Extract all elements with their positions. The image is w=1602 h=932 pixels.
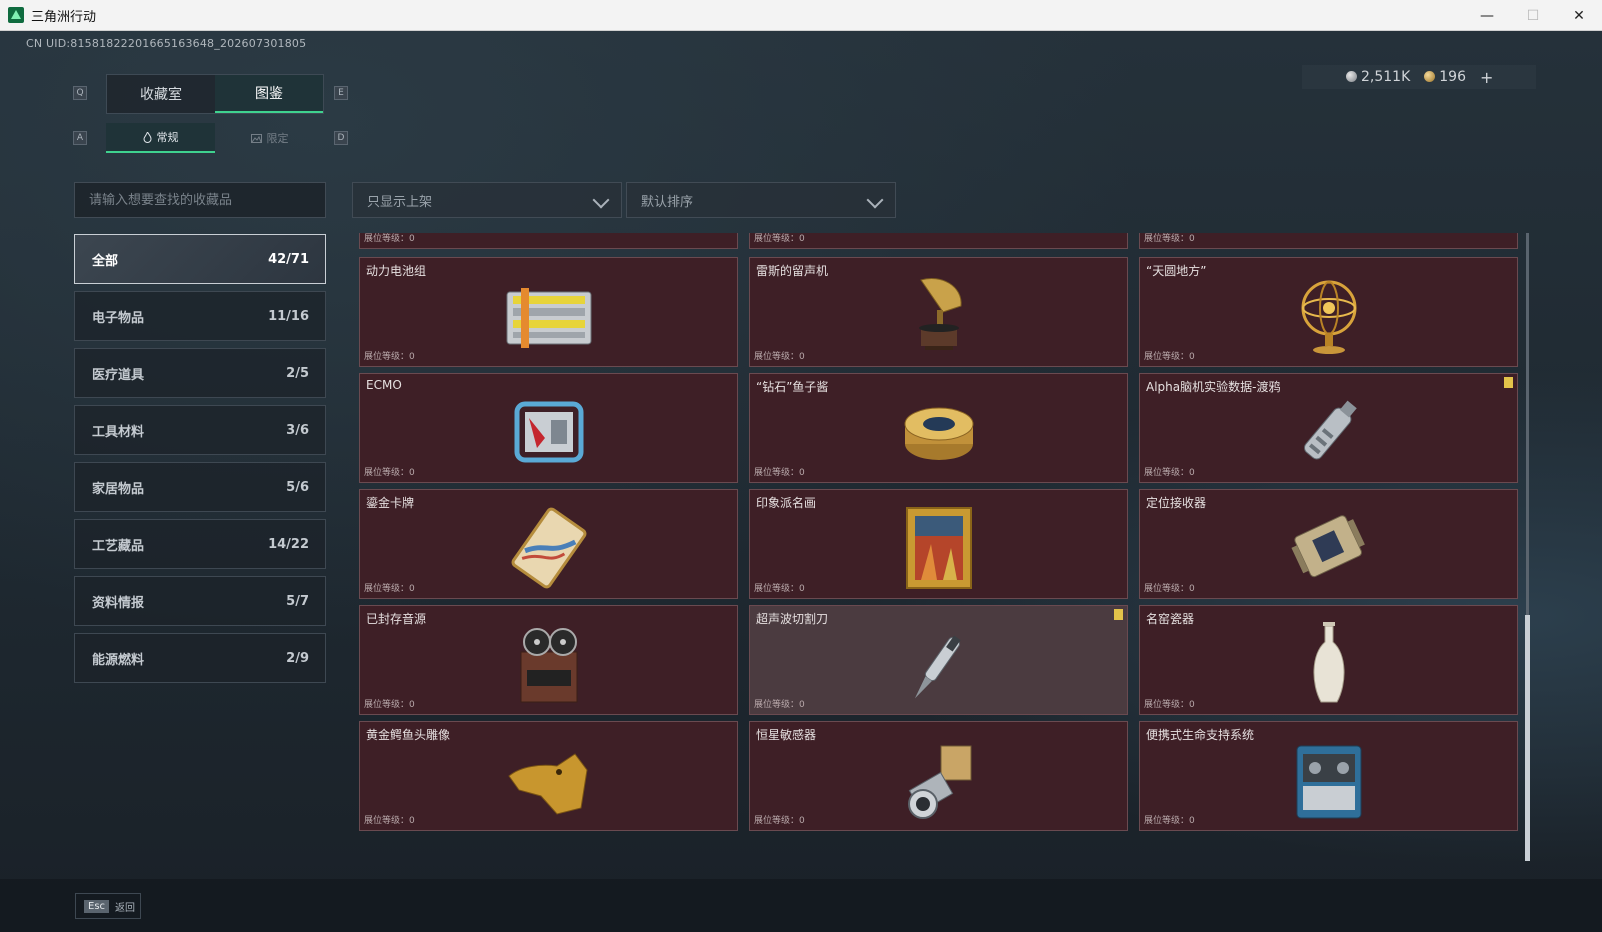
- new-flag-icon: [1504, 377, 1513, 388]
- bottom-bar: [0, 879, 1602, 932]
- caviar-icon: [904, 407, 973, 460]
- painting-icon: [905, 507, 972, 589]
- close-button[interactable]: ✕: [1556, 0, 1602, 31]
- category-electronics[interactable]: 电子物品 11/16: [74, 291, 326, 341]
- subtab-limited[interactable]: 限定: [215, 123, 324, 153]
- collection-card[interactable]: 黄金鳄鱼头雕像 展位等级：0: [359, 721, 738, 831]
- new-flag-icon: [1114, 609, 1123, 620]
- main-tabs: 收藏室 图鉴: [106, 74, 324, 114]
- chevron-down-icon: [866, 191, 884, 209]
- collection-grid: 展位等级：0 展位等级：0 展位等级：0 动力电池组 展位等级：0 雷斯的留声机: [359, 233, 1523, 861]
- collection-card[interactable]: 恒星敏感器 展位等级：0: [749, 721, 1128, 831]
- datadrive-icon: [1303, 400, 1357, 460]
- battery-icon: [506, 288, 591, 348]
- window-controls: — ☐ ✕: [1464, 0, 1602, 31]
- receiver-icon: [1290, 515, 1365, 578]
- armillary-icon: [1301, 280, 1356, 354]
- tab-encyclopedia[interactable]: 图鉴: [215, 75, 323, 113]
- collection-card[interactable]: Alpha脑机实验数据-渡鸦 展位等级：0: [1139, 373, 1518, 483]
- collection-card[interactable]: 展位等级：0: [359, 233, 738, 249]
- window-title: 三角洲行动: [31, 9, 97, 25]
- gramophone-icon: [918, 278, 962, 350]
- category-energy[interactable]: 能源燃料 2/9: [74, 633, 326, 683]
- collection-card[interactable]: 动力电池组 展位等级：0: [359, 257, 738, 367]
- collection-card[interactable]: 鎏金卡牌 展位等级：0: [359, 489, 738, 599]
- collection-card[interactable]: ECMO 展位等级：0: [359, 373, 738, 483]
- card-icon: [511, 507, 586, 589]
- category-household[interactable]: 家居物品 5/6: [74, 462, 326, 512]
- currency-bar: 2,511K 196 +: [1302, 65, 1536, 89]
- key-hint-a: A: [73, 131, 87, 145]
- cutter-icon: [914, 635, 961, 699]
- chevron-down-icon: [592, 191, 610, 209]
- ecmo-icon: [514, 401, 583, 463]
- image-icon: [250, 133, 262, 143]
- category-crafts[interactable]: 工艺藏品 14/22: [74, 519, 326, 569]
- collection-card[interactable]: 已封存音源 展位等级：0: [359, 605, 738, 715]
- lifesupport-icon: [1296, 745, 1361, 819]
- minimize-button[interactable]: —: [1464, 0, 1510, 31]
- search-input[interactable]: [74, 182, 326, 218]
- category-intel[interactable]: 资料情报 5/7: [74, 576, 326, 626]
- collection-card[interactable]: 便携式生命支持系统 展位等级：0: [1139, 721, 1518, 831]
- gold-currency: 196: [1424, 69, 1466, 85]
- grid-scroll-thumb[interactable]: [1525, 615, 1530, 861]
- flame-icon: [142, 131, 152, 143]
- collection-card[interactable]: 雷斯的留声机 展位等级：0: [749, 257, 1128, 367]
- esc-key-hint: Esc: [84, 899, 110, 913]
- category-medical[interactable]: 医疗道具 2/5: [74, 348, 326, 398]
- app-logo-icon: [8, 7, 24, 23]
- add-currency-button[interactable]: +: [1480, 68, 1493, 87]
- collection-card[interactable]: 印象派名画 展位等级：0: [749, 489, 1128, 599]
- sub-tabs: 常规 限定: [106, 123, 324, 153]
- window-titlebar: 三角洲行动 — ☐ ✕: [0, 0, 1602, 31]
- key-hint-d: D: [334, 131, 348, 145]
- player-uid: CN UID:815818222016651636​48_20260730180…: [26, 37, 307, 50]
- game-view: CN UID:815818222016651636​48_20260730180…: [0, 31, 1602, 932]
- key-hint-e: E: [334, 86, 348, 100]
- back-button[interactable]: Esc 返回: [75, 893, 141, 919]
- gold-coin-icon: [1424, 71, 1436, 82]
- sort-select[interactable]: 默认排序: [626, 182, 896, 218]
- subtab-regular[interactable]: 常规: [106, 123, 215, 153]
- category-tools[interactable]: 工具材料 3/6: [74, 405, 326, 455]
- collection-card[interactable]: 名窑瓷器 展位等级：0: [1139, 605, 1518, 715]
- vase-icon: [1312, 622, 1345, 703]
- sensor-icon: [907, 745, 971, 819]
- collection-card[interactable]: 展位等级：0: [1139, 233, 1518, 249]
- key-hint-q: Q: [73, 86, 87, 100]
- collection-card-selected[interactable]: 超声波切割刀 展位等级：0: [749, 605, 1128, 715]
- collection-card[interactable]: 展位等级：0: [749, 233, 1128, 249]
- tab-collection-room[interactable]: 收藏室: [107, 75, 215, 113]
- silver-coin-icon: [1346, 71, 1357, 82]
- maximize-button[interactable]: ☐: [1510, 0, 1556, 31]
- silver-currency: 2,511K: [1346, 69, 1410, 85]
- collection-card[interactable]: “天圆地方” 展位等级：0: [1139, 257, 1518, 367]
- shelf-filter-select[interactable]: 只显示上架: [352, 182, 622, 218]
- category-all[interactable]: 全部 42/71: [74, 234, 326, 284]
- croc-icon: [507, 753, 588, 815]
- collection-card[interactable]: “钻石”鱼子酱 展位等级：0: [749, 373, 1128, 483]
- collection-card[interactable]: 定位接收器 展位等级：0: [1139, 489, 1518, 599]
- reel-icon: [520, 628, 577, 703]
